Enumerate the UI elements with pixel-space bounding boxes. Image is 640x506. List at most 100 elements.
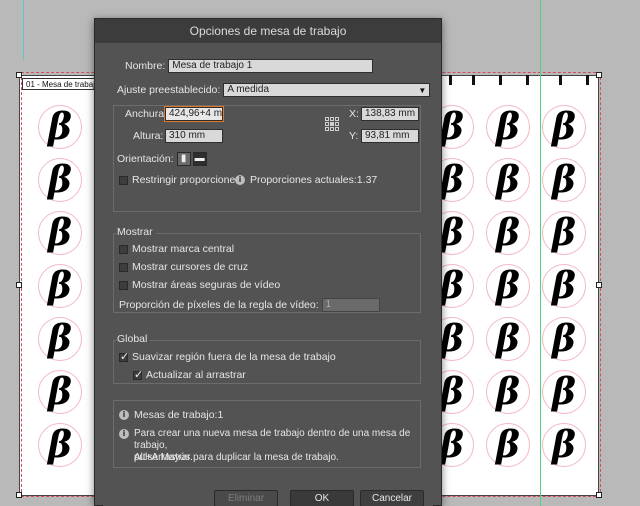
show-center-mark-label: Mostrar marca central xyxy=(132,243,235,255)
preset-select[interactable]: A medida ▼ xyxy=(223,83,431,97)
preset-selected-value: A medida xyxy=(227,84,270,95)
x-input[interactable]: 138,83 mm xyxy=(361,107,419,121)
beta-symbol: β xyxy=(486,210,530,255)
dialog-body: Nombre: Mesa de trabajo 1 Ajuste preesta… xyxy=(103,43,433,506)
artboard-count-row: i Mesas de trabajo:1 xyxy=(119,409,223,421)
dialog-title[interactable]: Opciones de mesa de trabajo xyxy=(95,19,441,43)
update-while-dragging-checkbox[interactable] xyxy=(133,368,143,381)
landscape-orientation-icon[interactable]: ▬ xyxy=(192,152,207,166)
beta-symbol-cell: β xyxy=(536,259,592,312)
beta-symbol: β xyxy=(38,157,82,202)
beta-symbol: β xyxy=(486,316,530,361)
info-icon: i xyxy=(119,429,129,439)
height-input[interactable]: 310 mm xyxy=(165,129,223,143)
artboard-handle-top-right[interactable] xyxy=(596,72,602,78)
beta-symbol: β xyxy=(542,210,586,255)
fade-region-label: Suavizar región fuera de la mesa de trab… xyxy=(132,351,336,363)
beta-symbol: β xyxy=(542,157,586,202)
fade-region-row: Suavizar región fuera de la mesa de trab… xyxy=(119,350,336,363)
beta-symbol-cell: β xyxy=(536,365,592,418)
width-label: Anchura: xyxy=(125,108,168,120)
hint-row-2: Alt+Arrastrar para duplicar la mesa de t… xyxy=(134,452,339,464)
cross-hairs-row: Mostrar cursores de cruz xyxy=(119,261,248,273)
y-label: Y: xyxy=(349,130,359,142)
beta-symbol-cell: β xyxy=(480,418,536,471)
crop-mark xyxy=(449,75,452,85)
crop-mark xyxy=(559,75,562,85)
reference-point-icon[interactable] xyxy=(325,117,339,131)
delete-button[interactable]: Eliminar xyxy=(214,490,278,506)
beta-symbol: β xyxy=(486,104,530,149)
hint-line: Para crear una nueva mesa de trabajo den… xyxy=(134,428,411,451)
ok-button[interactable]: OK xyxy=(290,490,354,506)
constrain-row: Restringir proporciones xyxy=(119,174,241,186)
artboard-handle-bottom-left[interactable] xyxy=(16,492,22,498)
display-group-title: Mostrar xyxy=(117,226,156,238)
info-icon: i xyxy=(119,410,129,420)
beta-symbol: β xyxy=(542,104,586,149)
show-cross-hairs-checkbox[interactable] xyxy=(119,262,128,272)
crop-mark xyxy=(586,75,589,85)
width-input[interactable]: 424,96+4 mm xyxy=(164,106,224,122)
beta-symbol-cell: β xyxy=(32,153,88,206)
beta-symbol-cell: β xyxy=(536,312,592,365)
portrait-orientation-icon[interactable]: ▮ xyxy=(176,152,191,166)
crop-mark xyxy=(499,75,502,85)
fade-region-checkbox[interactable] xyxy=(119,350,129,363)
name-row: Nombre: Mesa de trabajo 1 xyxy=(125,59,374,73)
video-ruler-input[interactable]: 1 xyxy=(321,298,380,312)
show-video-safe-label: Mostrar áreas seguras de vídeo xyxy=(132,279,281,291)
beta-symbol-cell: β xyxy=(480,206,536,259)
name-input[interactable]: Mesa de trabajo 1 xyxy=(168,59,374,73)
artboard-handle-bottom-right[interactable] xyxy=(596,492,602,498)
beta-symbol-cell: β xyxy=(480,153,536,206)
artboard-handle-middle-left[interactable] xyxy=(16,282,22,288)
video-ruler-label: Proporción de píxeles de la regla de víd… xyxy=(119,299,319,311)
y-row: Y: 93,81 mm xyxy=(349,129,419,143)
current-ratio-label: Proporciones actuales:1.37 xyxy=(250,174,378,186)
beta-symbol-cell: β xyxy=(536,418,592,471)
artboard-handle-middle-right[interactable] xyxy=(596,282,602,288)
orientation-label: Orientación: xyxy=(117,153,174,165)
global-group-title: Global xyxy=(117,333,151,345)
beta-symbol: β xyxy=(486,369,530,414)
info-icon: i xyxy=(235,175,245,185)
beta-symbol-cell: β xyxy=(480,259,536,312)
beta-symbol-cell: β xyxy=(32,100,88,153)
y-input[interactable]: 93,81 mm xyxy=(361,129,419,143)
beta-symbol-cell: β xyxy=(32,206,88,259)
beta-symbol: β xyxy=(486,157,530,202)
beta-symbol-cell: β xyxy=(32,418,88,471)
guide-line-green xyxy=(540,0,541,506)
crop-mark xyxy=(526,75,529,85)
beta-symbol: β xyxy=(38,210,82,255)
beta-symbol-cell: β xyxy=(480,100,536,153)
beta-symbol: β xyxy=(38,104,82,149)
show-video-safe-checkbox[interactable] xyxy=(119,280,128,290)
preset-row: Ajuste preestablecido: A medida ▼ xyxy=(117,83,431,97)
guide-line-teal xyxy=(23,0,24,60)
beta-symbol: β xyxy=(38,316,82,361)
cancel-button[interactable]: Cancelar xyxy=(360,490,424,506)
update-while-dragging-label: Actualizar al arrastrar xyxy=(146,369,246,381)
width-row: Anchura: 424,96+4 mm xyxy=(125,106,224,122)
orientation-row: Orientación: ▮ ▬ xyxy=(117,152,209,166)
beta-symbol: β xyxy=(542,422,586,467)
beta-symbol: β xyxy=(542,263,586,308)
current-ratio-row: i Proporciones actuales:1.37 xyxy=(235,174,377,186)
x-row: X: 138,83 mm xyxy=(349,107,419,121)
height-label: Altura: xyxy=(133,130,164,142)
show-cross-hairs-label: Mostrar cursores de cruz xyxy=(132,261,249,273)
beta-symbol-cell: β xyxy=(32,259,88,312)
beta-symbol-cell: β xyxy=(32,312,88,365)
video-ruler-row: Proporción de píxeles de la regla de víd… xyxy=(119,298,380,312)
crop-mark xyxy=(472,75,475,85)
beta-symbol: β xyxy=(486,263,530,308)
show-center-mark-checkbox[interactable] xyxy=(119,244,128,254)
constrain-proportions-checkbox[interactable] xyxy=(119,175,128,185)
beta-symbol-cell: β xyxy=(536,100,592,153)
beta-symbol: β xyxy=(38,263,82,308)
preset-label: Ajuste preestablecido: xyxy=(117,84,221,96)
name-label: Nombre: xyxy=(125,60,166,72)
beta-symbol-cell: β xyxy=(32,365,88,418)
